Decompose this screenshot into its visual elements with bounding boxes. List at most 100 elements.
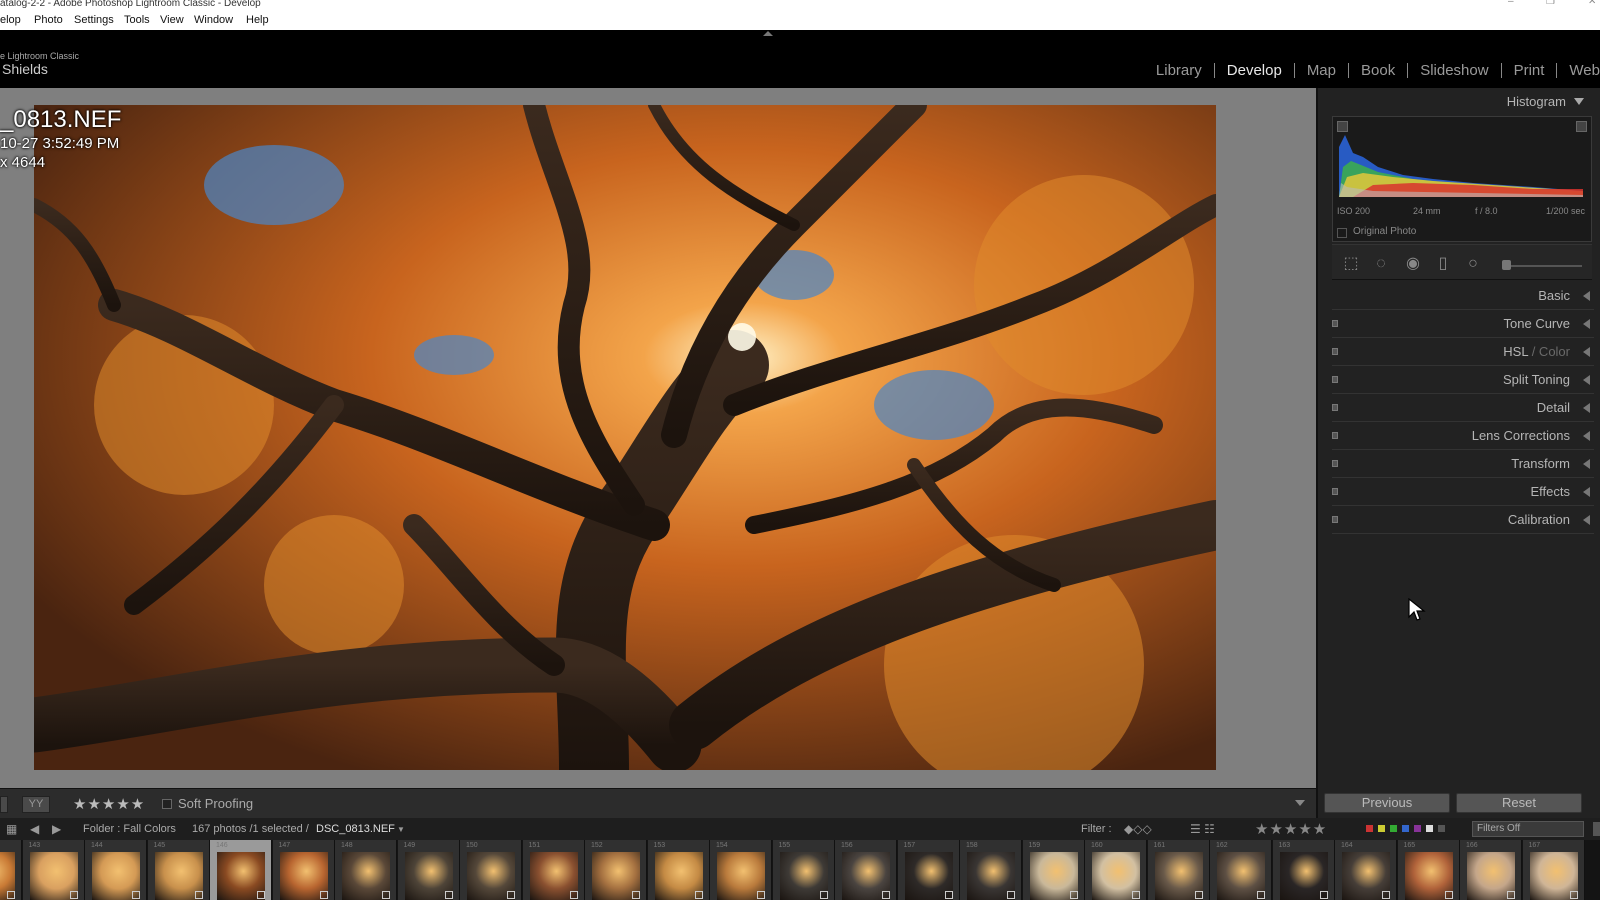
edited-badge-icon (1069, 891, 1078, 899)
panel-switch-icon[interactable] (1332, 404, 1338, 411)
menu-photo[interactable]: Photo (34, 14, 63, 26)
filmstrip-thumbnail[interactable]: 148 (335, 840, 397, 900)
panel-basic[interactable]: Basic (1332, 282, 1594, 310)
maximize-icon[interactable]: ❐ (1546, 0, 1555, 7)
before-after-button[interactable]: YY (22, 796, 50, 813)
filmstrip-thumbnail[interactable]: 151 (522, 840, 585, 900)
panel-switch-icon[interactable] (1332, 488, 1338, 495)
panel-switch-icon[interactable] (1332, 432, 1338, 439)
original-photo-checkbox[interactable] (1337, 228, 1347, 238)
color-label-yellow[interactable] (1378, 825, 1385, 832)
loupe-view-button[interactable] (0, 796, 8, 813)
minimize-icon[interactable]: – (1508, 0, 1514, 7)
panel-switch-icon[interactable] (1332, 320, 1338, 327)
collapse-top-panel-icon[interactable] (763, 31, 773, 36)
filmstrip-thumbnail[interactable]: 166 (1460, 840, 1522, 900)
filmstrip-thumbnail[interactable]: 150 (460, 840, 522, 900)
filmstrip-thumbnail[interactable]: 154 (710, 840, 772, 900)
module-develop[interactable]: Develop (1215, 62, 1294, 79)
flag-filter-icon[interactable]: ◆◇◇ (1124, 822, 1152, 836)
filter-preset-select[interactable]: Filters Off (1472, 821, 1584, 837)
filmstrip-thumbnail[interactable]: 157 (897, 840, 960, 900)
menu-develop[interactable]: elop (0, 14, 21, 26)
filmstrip-thumbnail[interactable]: 161 (1147, 840, 1210, 900)
module-library[interactable]: Library (1144, 62, 1214, 79)
filmstrip-thumbnail[interactable]: 162 (1210, 840, 1272, 900)
filmstrip-thumbnail[interactable]: 160 (1085, 840, 1147, 900)
filmstrip-thumbnail[interactable]: 163 (1272, 840, 1335, 900)
panel-calibration[interactable]: Calibration (1332, 506, 1594, 534)
red-eye-icon[interactable]: ◉ (1404, 255, 1422, 273)
menu-settings[interactable]: Settings (74, 14, 114, 26)
forward-arrow-icon[interactable]: ▶ (52, 822, 61, 836)
filmstrip-thumbnail[interactable]: 147 (272, 840, 335, 900)
filmstrip-thumbnail[interactable]: 152 (585, 840, 647, 900)
panel-switch-icon[interactable] (1332, 376, 1338, 383)
filmstrip-thumbnail[interactable]: 156 (835, 840, 897, 900)
module-slideshow[interactable]: Slideshow (1408, 62, 1500, 79)
panel-effects[interactable]: Effects (1332, 478, 1594, 506)
spot-removal-icon[interactable]: ◌ (1372, 255, 1390, 273)
color-label-blue[interactable] (1402, 825, 1409, 832)
filmstrip[interactable]: 142 143 144 145 146 147 148 149 150 151 152 153 154 1… (0, 840, 1600, 900)
edit-filter-icon[interactable]: ☰ ☷ (1190, 822, 1215, 836)
module-web[interactable]: Web (1557, 62, 1600, 79)
color-label-custom[interactable] (1426, 825, 1433, 832)
filmstrip-thumbnail[interactable]: 143 (22, 840, 85, 900)
menu-help[interactable]: Help (246, 14, 269, 26)
module-map[interactable]: Map (1295, 62, 1348, 79)
grid-view-icon[interactable]: ▦ (6, 822, 17, 836)
panel-lens-corrections[interactable]: Lens Corrections (1332, 422, 1594, 450)
filmstrip-selected-file[interactable]: DSC_0813.NEF (316, 823, 395, 835)
filmstrip-scroll-handle[interactable] (1593, 822, 1600, 836)
photo-preview[interactable] (34, 105, 1216, 770)
crop-icon[interactable]: ⬚ (1342, 255, 1360, 273)
graduated-filter-icon[interactable]: ▯ (1434, 255, 1452, 273)
rating-stars[interactable]: ★★★★★ (73, 795, 145, 813)
panel-split-toning[interactable]: Split Toning (1332, 366, 1594, 394)
panel-switch-icon[interactable] (1332, 348, 1338, 355)
filmstrip-thumbnail[interactable]: 155 (772, 840, 835, 900)
filmstrip-thumbnail[interactable]: 149 (397, 840, 460, 900)
panel-tone-curve[interactable]: Tone Curve (1332, 310, 1594, 338)
filmstrip-source[interactable]: Folder : Fall Colors (83, 823, 176, 835)
panel-transform[interactable]: Transform (1332, 450, 1594, 478)
color-label-purple[interactable] (1414, 825, 1421, 832)
color-label-red[interactable] (1366, 825, 1373, 832)
color-label-none[interactable] (1438, 825, 1445, 832)
previous-button[interactable]: Previous (1324, 793, 1450, 813)
close-icon[interactable]: ✕ (1588, 0, 1596, 7)
filmstrip-thumbnail[interactable]: 165 (1397, 840, 1460, 900)
adjustment-brush-icon[interactable] (1502, 260, 1511, 270)
soft-proofing-checkbox[interactable] (162, 799, 172, 809)
filmstrip-thumbnail[interactable]: 159 (1022, 840, 1085, 900)
filmstrip-thumbnail[interactable]: 145 (147, 840, 210, 900)
rating-filter-stars[interactable]: ★★★★★ (1255, 820, 1327, 838)
panel-color-text[interactable]: / Color (1528, 344, 1570, 359)
reset-button[interactable]: Reset (1456, 793, 1582, 813)
panel-switch-icon[interactable] (1332, 516, 1338, 523)
filmstrip-thumbnail[interactable]: 158 (960, 840, 1022, 900)
filmstrip-thumbnail[interactable]: 142 (0, 840, 22, 900)
chevron-down-icon[interactable]: ▼ (397, 825, 405, 834)
panel-hsl-text[interactable]: HSL (1503, 344, 1528, 359)
toolbar-menu-chevron-down-icon[interactable] (1295, 800, 1305, 806)
filmstrip-thumbnail[interactable]: 167 (1522, 840, 1585, 900)
filmstrip-thumbnail[interactable]: 144 (85, 840, 147, 900)
panel-detail[interactable]: Detail (1332, 394, 1594, 422)
color-label-green[interactable] (1390, 825, 1397, 832)
panel-switch-icon[interactable] (1332, 460, 1338, 467)
menu-window[interactable]: Window (194, 14, 233, 26)
filmstrip-thumbnail[interactable]: 164 (1335, 840, 1397, 900)
menu-view[interactable]: View (160, 14, 184, 26)
filmstrip-thumbnail[interactable]: 146 (210, 840, 272, 900)
module-print[interactable]: Print (1502, 62, 1557, 79)
panel-hsl-color[interactable]: HSL / Color (1332, 338, 1594, 366)
module-book[interactable]: Book (1349, 62, 1407, 79)
back-arrow-icon[interactable]: ◀ (30, 822, 39, 836)
histogram-header[interactable]: Histogram (1507, 94, 1584, 109)
menu-tools[interactable]: Tools (124, 14, 150, 26)
histogram[interactable]: ISO 200 24 mm f / 8.0 1/200 sec Original… (1332, 116, 1592, 242)
filmstrip-thumbnail[interactable]: 153 (647, 840, 710, 900)
radial-filter-icon[interactable]: ○ (1464, 255, 1482, 273)
